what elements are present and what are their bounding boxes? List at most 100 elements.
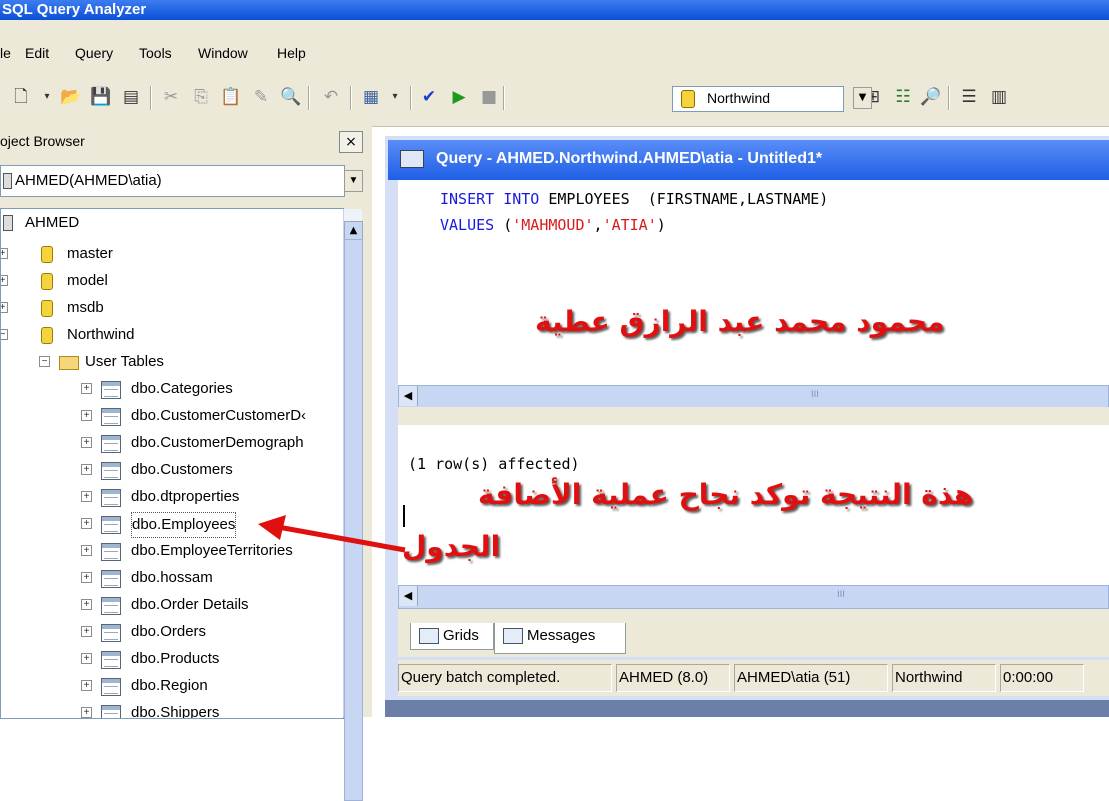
dropdown-arrow-icon[interactable]: ▾ (36, 86, 58, 108)
expand-icon[interactable]: + (81, 383, 92, 394)
paste-icon[interactable]: 📋 (220, 86, 242, 108)
annotation-name: محمود محمد عبد الرازق عطية (535, 305, 945, 338)
object-browser-scrollbar[interactable]: ▲ (343, 209, 363, 801)
object-search-icon[interactable]: 🔎 (920, 86, 942, 108)
server-combo-value: AHMED(AHMED\atia) (15, 172, 162, 189)
menu-tools[interactable]: Tools (139, 45, 172, 61)
tree-node-label: dbo.CustomerCustomerD‹ (131, 407, 307, 424)
tree-node-label: msdb (67, 299, 104, 316)
table-icon (101, 678, 121, 696)
results-mode-dropdown-icon[interactable]: ▾ (384, 86, 406, 108)
expand-icon[interactable]: + (81, 491, 92, 502)
tab-messages[interactable]: Messages (494, 623, 626, 654)
menu-window[interactable]: Window (198, 45, 248, 61)
database-selector[interactable]: Northwind (672, 86, 844, 112)
menu-help[interactable]: Help (277, 45, 306, 61)
undo-icon[interactable]: ↶ (320, 86, 342, 108)
expand-icon[interactable]: + (1, 275, 8, 286)
close-icon[interactable]: × (339, 131, 363, 153)
query-window-title: Query - AHMED.Northwind.AHMED\atia - Unt… (436, 150, 823, 167)
tree-node-label: User Tables (85, 353, 164, 370)
parse-query-icon[interactable]: ✔ (418, 86, 440, 108)
table-icon (101, 597, 121, 615)
scroll-up-icon[interactable]: ▲ (344, 221, 363, 240)
show-results-pane-icon[interactable]: ▥ (988, 86, 1010, 108)
scroll-left-icon[interactable]: ◀ (399, 586, 418, 606)
expand-icon[interactable]: + (81, 653, 92, 664)
status-message: Query batch completed. (398, 664, 612, 692)
open-folder-icon[interactable]: 📂 (60, 86, 82, 108)
expand-icon[interactable]: + (81, 599, 92, 610)
code-line: INSERT INTO EMPLOYEES (FIRSTNAME,LASTNAM… (440, 190, 828, 208)
expand-icon[interactable]: + (81, 464, 92, 475)
tree-node-label: dbo.Shippers (131, 704, 220, 719)
query-window-icon (400, 150, 424, 168)
properties-icon[interactable]: ☰ (958, 86, 980, 108)
tab-label: Grids (443, 627, 479, 644)
editor-horizontal-scrollbar[interactable]: ◀ III (398, 385, 1109, 409)
results-horizontal-scrollbar[interactable]: ◀ III (398, 585, 1109, 609)
annotation-arrow (258, 515, 406, 553)
expand-icon[interactable]: + (1, 302, 8, 313)
scroll-grip: III (811, 390, 819, 400)
tree-node-label: Northwind (67, 326, 135, 343)
new-query-icon[interactable]: 🗋 (10, 86, 32, 108)
expand-icon[interactable]: + (81, 545, 92, 556)
database-icon (41, 300, 53, 317)
expand-icon[interactable]: + (1, 248, 8, 259)
results-mode-icon[interactable]: ▦ (360, 86, 382, 108)
tree-node-label: AHMED (25, 214, 80, 231)
expand-icon[interactable]: + (81, 680, 92, 691)
server-icon (3, 173, 12, 189)
expand-icon[interactable]: + (81, 518, 92, 529)
database-dropdown-arrow-icon[interactable]: ▼ (853, 87, 872, 109)
save-icon[interactable]: 💾 (90, 86, 112, 108)
find-icon[interactable]: 🔍 (280, 86, 302, 108)
expand-icon[interactable]: + (81, 410, 92, 421)
cancel-query-icon[interactable]: ■ (478, 86, 500, 108)
toolbar: 🗋 ▾ 📂 💾 ▤ ✂ ⎘ 📋 ✎ 🔍 ↶ ▦ ▾ ✔ ▶ ■ ⊞ ☷ 🔎 ☰ … (0, 72, 1109, 127)
database-icon (41, 327, 53, 344)
expand-icon[interactable]: + (81, 707, 92, 718)
scroll-left-icon[interactable]: ◀ (399, 386, 418, 406)
database-icon (41, 273, 53, 290)
database-icon (681, 90, 695, 108)
menu-file[interactable]: le (0, 45, 11, 61)
expand-icon[interactable]: + (81, 572, 92, 583)
annotation-success: هذة النتيجة توكد نجاح عملية الأضافة (478, 478, 974, 511)
expand-icon[interactable]: + (81, 626, 92, 637)
annotation-table: الجدول (402, 530, 501, 563)
table-icon (101, 462, 121, 480)
folder-icon (59, 356, 79, 370)
status-server: AHMED (8.0) (616, 664, 730, 692)
tree-node-label: dbo.hossam (131, 569, 213, 586)
menu-query[interactable]: Query (75, 45, 113, 61)
collapse-icon[interactable]: − (1, 329, 8, 340)
messages-icon (503, 628, 523, 645)
grid-icon (419, 628, 439, 645)
tab-grids[interactable]: Grids (410, 623, 494, 650)
copy-icon[interactable]: ⎘ (190, 86, 212, 108)
expand-icon[interactable]: + (81, 437, 92, 448)
load-script-icon[interactable]: ▤ (120, 86, 142, 108)
status-database: Northwind (892, 664, 996, 692)
status-bar: Query batch completed. AHMED (8.0) AHMED… (398, 660, 1109, 696)
query-editor[interactable]: INSERT INTO EMPLOYEES (FIRSTNAME,LASTNAM… (398, 180, 1109, 385)
menu-edit[interactable]: Edit (25, 45, 49, 61)
tree-node-label: dbo.Employees (131, 512, 237, 538)
cut-icon[interactable]: ✂ (160, 86, 182, 108)
pane-splitter[interactable] (398, 407, 1109, 425)
collapse-icon[interactable]: − (39, 356, 50, 367)
tree-node-label: dbo.Region (131, 677, 208, 694)
object-browser-icon[interactable]: ☷ (892, 86, 914, 108)
server-combo[interactable]: AHMED(AHMED\atia) ▼ (0, 165, 363, 197)
tree-node-label: dbo.Orders (131, 623, 207, 640)
clear-window-icon[interactable]: ✎ (250, 86, 272, 108)
table-icon (101, 408, 121, 426)
table-icon (101, 651, 121, 669)
tree-node-label: dbo.Customers (131, 461, 233, 478)
tree-node-label: dbo.CustomerDemograph (131, 434, 304, 451)
server-dropdown-arrow-icon[interactable]: ▼ (344, 170, 363, 192)
execute-query-icon[interactable]: ▶ (448, 86, 470, 108)
results-tabs: Grids Messages (398, 609, 1109, 657)
